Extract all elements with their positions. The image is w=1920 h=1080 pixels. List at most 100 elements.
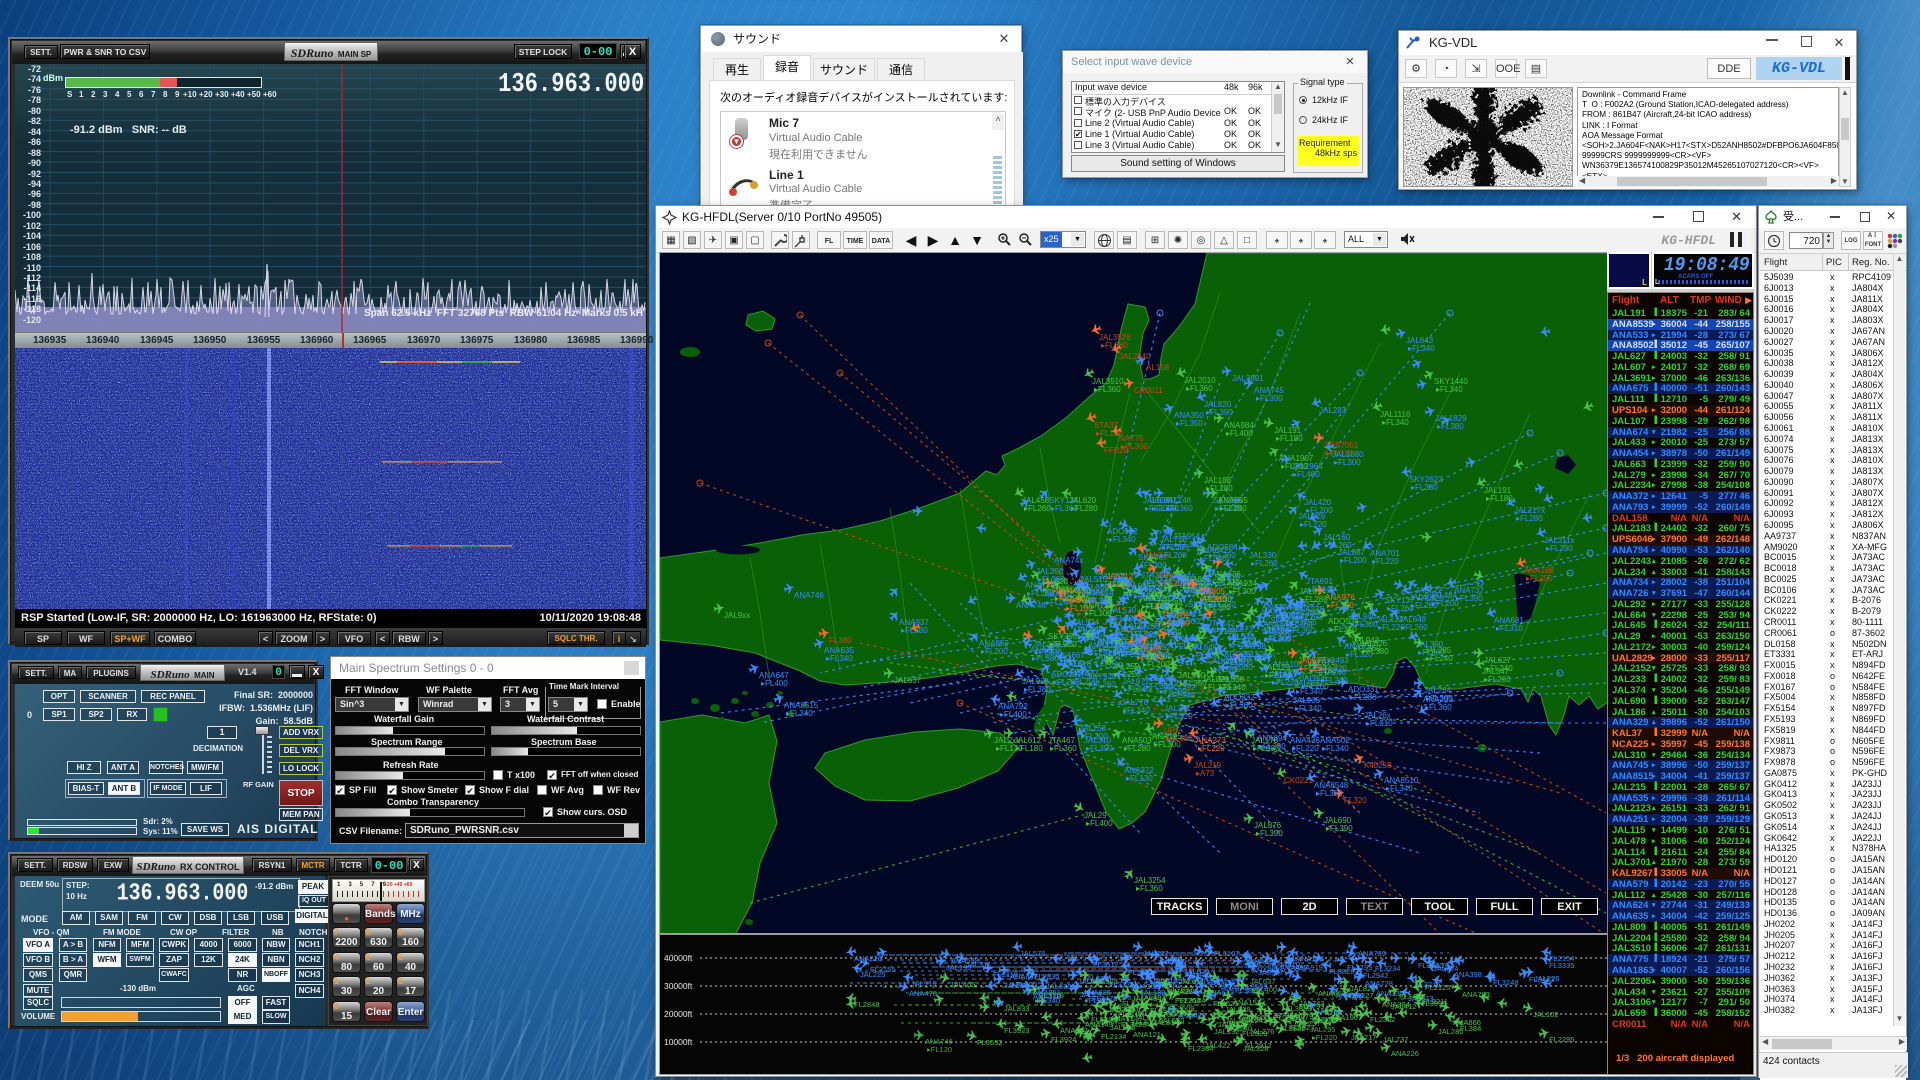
svg-text:▸FL280: ▸FL280 (1053, 678, 1080, 687)
svg-text:▸FL380: ▸FL380 (1437, 422, 1464, 431)
svg-text:▸FL130: ▸FL130 (1126, 774, 1153, 783)
svg-text:JAL226: JAL226 (1534, 974, 1559, 983)
svg-text:▸FL390: ▸FL390 (1426, 694, 1453, 703)
svg-text:FL3532: FL3532 (977, 1038, 1002, 1047)
svg-text:▸FL360: ▸FL360 (1425, 703, 1452, 712)
svg-text:FL3155: FL3155 (870, 965, 895, 974)
svg-text:▸FL200: ▸FL200 (1306, 506, 1333, 515)
svg-text:ANA497: ANA497 (1280, 963, 1308, 972)
svg-text:FL320: FL320 (1344, 796, 1367, 805)
svg-text:ANA478: ANA478 (909, 989, 937, 998)
svg-text:▸FL300: ▸FL300 (1229, 587, 1256, 596)
svg-text:FFB20: FFB20 (1104, 446, 1129, 455)
svg-text:▸FL170: ▸FL170 (996, 744, 1023, 753)
svg-text:▸FL380: ▸FL380 (1411, 483, 1438, 492)
svg-text:▸FL280: ▸FL280 (1200, 595, 1227, 604)
svg-text:10000ft: 10000ft (664, 1037, 693, 1047)
svg-text:▸A73: ▸A73 (1196, 769, 1215, 778)
svg-text:▸FL340: ▸FL340 (786, 709, 813, 718)
svg-text:▸FL390: ▸FL390 (1456, 594, 1483, 603)
svg-text:▸FL260: ▸FL260 (1296, 613, 1323, 622)
svg-text:▸FL180: ▸FL180 (1276, 434, 1303, 443)
svg-text:▸FL280: ▸FL280 (1516, 514, 1543, 523)
svg-text:FL2453: FL2453 (1128, 968, 1153, 977)
svg-text:▸FL260: ▸FL260 (1411, 601, 1438, 610)
svg-text:20000ft: 20000ft (664, 1009, 693, 1019)
svg-text:▸FL360: ▸FL360 (1136, 884, 1163, 893)
svg-text:▸FL220: ▸FL220 (1198, 744, 1225, 753)
svg-text:JAL637: JAL637 (894, 676, 922, 685)
svg-text:▸FL360: ▸FL360 (1094, 385, 1121, 394)
svg-text:▸FL280: ▸FL280 (1124, 744, 1151, 753)
svg-text:JAL276: JAL276 (1249, 1027, 1274, 1036)
svg-text:K40258: K40258 (1364, 761, 1392, 770)
svg-text:▸FL180: ▸FL180 (1206, 484, 1233, 493)
svg-text:▸FL300: ▸FL300 (1226, 663, 1253, 672)
svg-text:JAL833: JAL833 (1004, 1004, 1029, 1013)
svg-text:▸FL340: ▸FL340 (1386, 784, 1413, 793)
svg-text:▸FL300: ▸FL300 (1140, 561, 1167, 570)
svg-text:▸FL260: ▸FL260 (1325, 541, 1352, 550)
svg-text:▸FL220: ▸FL220 (1292, 744, 1319, 753)
svg-text:▸FL340: ▸FL340 (1322, 744, 1349, 753)
svg-text:JAL375: JAL375 (1310, 1016, 1335, 1025)
svg-text:▸FL260: ▸FL260 (1024, 504, 1051, 513)
svg-text:ANA703: ANA703 (1462, 990, 1490, 999)
svg-text:▸FL340: ▸FL340 (1168, 691, 1195, 700)
svg-text:▸FL290: ▸FL290 (1546, 544, 1573, 553)
svg-text:JAL283: JAL283 (1319, 406, 1347, 415)
svg-text:▸FL340: ▸FL340 (1035, 996, 1060, 1005)
svg-text:▸FL200: ▸FL200 (1063, 595, 1090, 604)
svg-text:▸FL380: ▸FL380 (901, 626, 928, 635)
svg-text:▸FL260: ▸FL260 (1484, 675, 1511, 684)
svg-text:JAL102: JAL102 (1533, 1010, 1558, 1019)
svg-text:ANA903: ANA903 (1090, 977, 1118, 986)
svg-text:JAL727: JAL727 (1143, 949, 1168, 958)
svg-text:▸FL260: ▸FL260 (1251, 559, 1278, 568)
svg-text:▸FL300: ▸FL300 (1126, 590, 1153, 599)
svg-text:▸FL240: ▸FL240 (1228, 633, 1255, 642)
svg-text:▸FL350: ▸FL350 (1176, 419, 1203, 428)
svg-text:FL3828: FL3828 (1329, 967, 1354, 976)
svg-text:▸FL340: ▸FL340 (1219, 683, 1246, 692)
svg-text:▸FL390: ▸FL390 (1256, 394, 1283, 403)
svg-text:▸FL360: ▸FL360 (1226, 701, 1253, 710)
svg-text:▸FL310: ▸FL310 (1366, 719, 1393, 728)
svg-text:▸FL220: ▸FL220 (1050, 640, 1077, 649)
svg-text:▸FL300: ▸FL300 (1334, 458, 1361, 467)
svg-text:▸FL180: ▸FL180 (1486, 494, 1513, 503)
svg-text:JAL190: JAL190 (946, 963, 971, 972)
svg-text:FL3924: FL3924 (1051, 1035, 1076, 1044)
svg-text:FL2912: FL2912 (1246, 1041, 1271, 1050)
svg-text:FL3923: FL3923 (1004, 1026, 1029, 1035)
svg-text:▸FL340: ▸FL340 (1123, 706, 1150, 715)
svg-text:JAL938: JAL938 (1316, 1007, 1341, 1016)
svg-text:▸FL310: ▸FL310 (1496, 624, 1523, 633)
svg-text:▸FL340: ▸FL340 (826, 654, 853, 663)
svg-text:30000ft: 30000ft (664, 981, 693, 991)
svg-text:▸FL400: ▸FL400 (1086, 819, 1113, 828)
svg-text:▸FL200: ▸FL200 (1057, 659, 1084, 668)
svg-text:JAL2xx: JAL2xx (1144, 551, 1170, 560)
svg-text:▸FL340: ▸FL340 (1295, 704, 1322, 713)
svg-text:▸FL220: ▸FL220 (1300, 520, 1327, 529)
svg-text:▸FL240: ▸FL240 (1486, 664, 1513, 673)
svg-text:▸FL340: ▸FL340 (1330, 625, 1357, 634)
svg-text:▸FL260: ▸FL260 (1264, 635, 1291, 644)
svg-text:AL158: AL158 (1146, 363, 1170, 372)
svg-text:FL2154: FL2154 (1549, 954, 1574, 963)
svg-text:FL3248: FL3248 (1493, 978, 1518, 987)
svg-text:JAL814: JAL814 (1153, 1018, 1178, 1027)
svg-text:▸FL260: ▸FL260 (1180, 679, 1207, 688)
svg-text:▸FL340: ▸FL340 (1109, 535, 1136, 544)
svg-text:▸FL200: ▸FL200 (981, 647, 1008, 656)
svg-text:▸FL380: ▸FL380 (1166, 734, 1193, 743)
svg-text:FL2125: FL2125 (1425, 983, 1450, 992)
svg-text:ANA74x: ANA74x (1054, 556, 1083, 565)
svg-text:▸FL340: ▸FL340 (1124, 685, 1151, 694)
svg-text:FL380: FL380 (829, 636, 852, 645)
svg-text:JAL189: JAL189 (1140, 988, 1165, 997)
svg-text:▸FL220: ▸FL220 (1312, 1033, 1337, 1042)
svg-text:▸FL340: ▸FL340 (1296, 687, 1323, 696)
svg-text:JAL405: JAL405 (950, 980, 975, 989)
